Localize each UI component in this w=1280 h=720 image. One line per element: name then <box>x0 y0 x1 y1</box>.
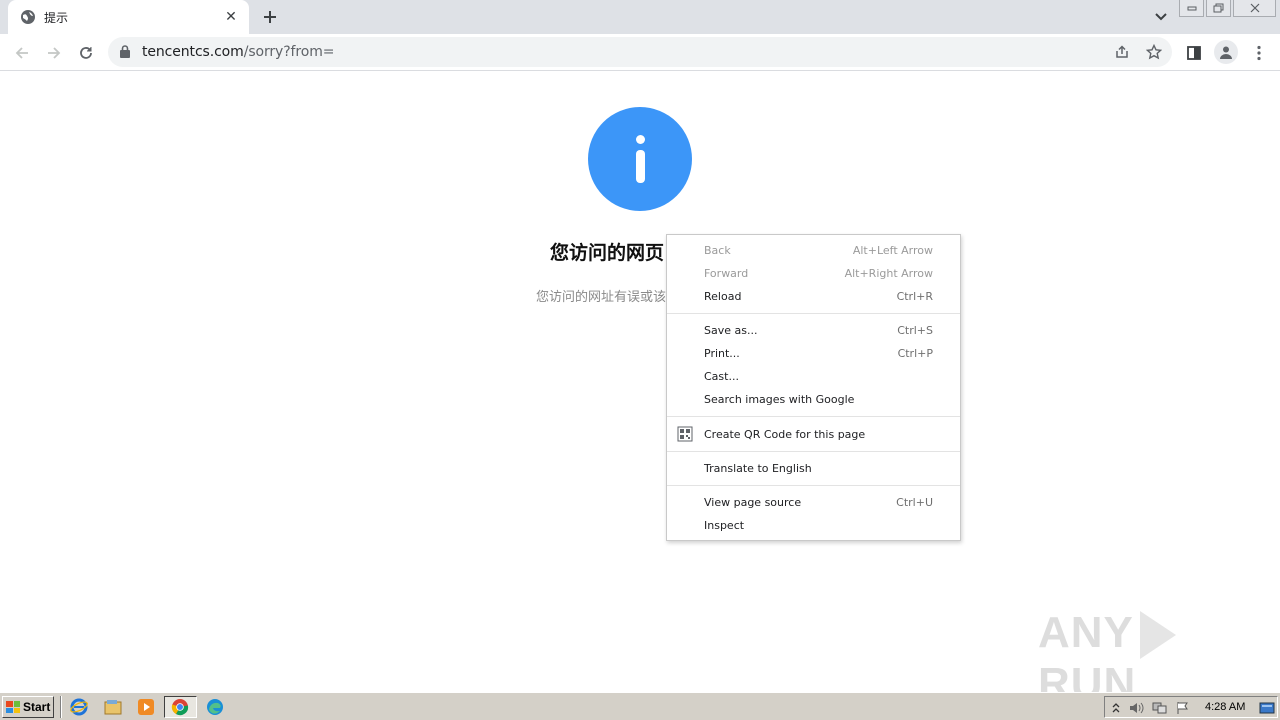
edge-icon[interactable] <box>206 698 224 716</box>
menu-item-label: Print... <box>704 347 740 360</box>
taskbar-separator <box>60 696 62 718</box>
menu-item-reload[interactable]: Reload Ctrl+R <box>667 285 960 308</box>
info-icon <box>588 107 692 211</box>
url-host: tencentcs.com <box>142 44 244 60</box>
menu-item-label: Back <box>704 244 731 257</box>
tab-active[interactable]: 提示 ✕ <box>8 0 249 34</box>
menu-item-label: Cast... <box>704 370 739 383</box>
menu-item-inspect[interactable]: Inspect <box>667 514 960 537</box>
media-player-icon[interactable] <box>137 698 155 716</box>
menu-item-label: Search images with Google <box>704 393 855 406</box>
page-description: 您访问的网址有误或该 <box>536 290 667 305</box>
file-explorer-icon[interactable] <box>104 698 122 716</box>
play-icon <box>1139 611 1176 660</box>
menu-item-label: Create QR Code for this page <box>704 427 866 441</box>
tab-title: 提示 <box>44 10 69 25</box>
menu-item-print[interactable]: Print... Ctrl+P <box>667 342 960 365</box>
internet-explorer-icon[interactable] <box>70 698 88 716</box>
clock[interactable]: 4:28 AM <box>1205 701 1245 713</box>
menu-item-label: Inspect <box>704 519 745 532</box>
menu-item-view-source[interactable]: View page source Ctrl+U <box>667 491 960 514</box>
address-bar[interactable]: tencentcs.com/sorry?from= <box>108 37 1172 67</box>
profile-icon[interactable] <box>1214 40 1238 64</box>
menu-item-shortcut: Ctrl+S <box>897 324 933 337</box>
menu-separator <box>667 416 960 417</box>
menu-item-shortcut: Ctrl+P <box>897 347 933 360</box>
side-panel-icon[interactable] <box>1180 39 1208 67</box>
restore-icon[interactable] <box>1206 0 1231 17</box>
menu-item-cast[interactable]: Cast... <box>667 365 960 388</box>
menu-item-label: Forward <box>704 267 749 280</box>
menu-item-shortcut: Alt+Right Arrow <box>844 267 933 280</box>
context-menu: Back Alt+Left Arrow Forward Alt+Right Ar… <box>666 234 961 541</box>
menu-item-label: Save as... <box>704 324 758 337</box>
show-desktop-icon[interactable] <box>1259 700 1275 716</box>
system-tray: 4:28 AM <box>1104 696 1278 718</box>
forward-arrow-icon[interactable] <box>40 39 68 67</box>
windows-logo-icon <box>6 701 20 713</box>
kebab-menu-icon[interactable] <box>1245 39 1273 67</box>
minimize-icon[interactable] <box>1179 0 1204 17</box>
close-icon[interactable] <box>1233 0 1276 17</box>
menu-item-shortcut: Ctrl+R <box>896 290 933 303</box>
menu-item-search-images[interactable]: Search images with Google <box>667 388 960 411</box>
menu-item-create-qr[interactable]: Create QR Code for this page <box>667 422 960 446</box>
menu-item-label: View page source <box>704 496 802 509</box>
url-text: tencentcs.com/sorry?from= <box>142 44 334 60</box>
back-arrow-icon[interactable] <box>8 39 36 67</box>
start-label: Start <box>23 700 51 714</box>
chevron-down-icon[interactable] <box>1150 7 1172 27</box>
volume-icon[interactable] <box>1129 700 1145 716</box>
menu-item-label: Reload <box>704 290 742 303</box>
page-content: 您访问的网页 您访问的网址有误或该 ANYRUN <box>0 72 1280 708</box>
menu-item-translate[interactable]: Translate to English <box>667 457 960 480</box>
menu-item-save-as[interactable]: Save as... Ctrl+S <box>667 319 960 342</box>
plus-icon[interactable] <box>258 5 282 29</box>
taskbar-chrome-active[interactable] <box>164 696 197 718</box>
close-icon[interactable]: ✕ <box>221 7 241 27</box>
show-hidden-icon[interactable] <box>1108 700 1124 716</box>
reload-icon[interactable] <box>72 39 100 67</box>
menu-separator <box>667 485 960 486</box>
menu-item-label: Translate to English <box>704 462 812 475</box>
menu-separator <box>667 313 960 314</box>
page-heading: 您访问的网页 <box>550 242 665 264</box>
url-path: /sorry?from= <box>243 44 335 60</box>
share-icon[interactable] <box>1112 42 1132 62</box>
window-controls <box>1179 0 1280 18</box>
menu-item-back[interactable]: Back Alt+Left Arrow <box>667 239 960 262</box>
qr-code-icon <box>677 426 693 442</box>
action-center-flag-icon[interactable] <box>1175 700 1191 716</box>
network-icon[interactable] <box>1152 700 1168 716</box>
screen: 提示 ✕ tencentcs.com/sorry?from= 您访问的网页 您访… <box>0 0 1280 720</box>
menu-item-shortcut: Ctrl+U <box>896 496 933 509</box>
globe-icon <box>21 10 35 24</box>
chrome-icon[interactable] <box>171 698 189 716</box>
menu-item-forward[interactable]: Forward Alt+Right Arrow <box>667 262 960 285</box>
menu-item-shortcut: Alt+Left Arrow <box>852 244 933 257</box>
start-button[interactable]: Start <box>2 696 54 718</box>
taskbar: Start 4:28 AM <box>0 692 1280 720</box>
menu-separator <box>667 451 960 452</box>
watermark-left: ANY <box>1038 608 1134 657</box>
browser-toolbar: tencentcs.com/sorry?from= <box>0 34 1280 71</box>
lock-icon[interactable] <box>120 45 130 58</box>
star-icon[interactable] <box>1144 42 1164 62</box>
tab-strip: 提示 ✕ <box>0 0 1280 34</box>
